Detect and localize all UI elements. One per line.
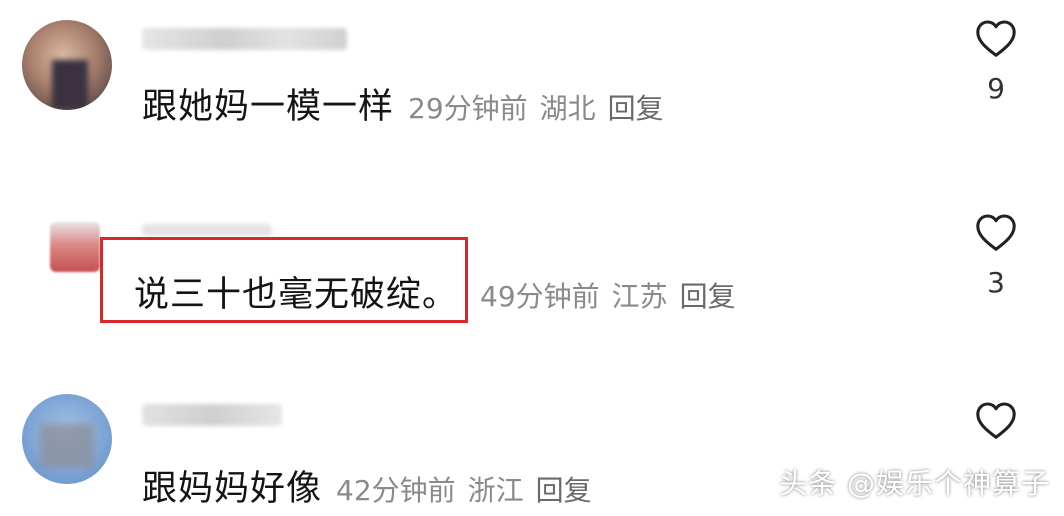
comment-meta: 29分钟前 湖北 回复 <box>408 87 676 127</box>
reply-button[interactable]: 回复 <box>680 280 736 313</box>
comment-location: 浙江 <box>467 474 524 507</box>
comment-body: 说三十也毫无破绽。 49分钟前 江苏 回复 <box>134 266 748 317</box>
like-button[interactable]: 3 <box>966 212 1026 299</box>
heart-outline-icon[interactable] <box>974 212 1018 252</box>
username-redacted[interactable] <box>142 404 282 426</box>
avatar[interactable] <box>22 20 112 110</box>
like-button[interactable] <box>966 400 1026 440</box>
comment-meta: 49分钟前 江苏 回复 <box>480 275 748 315</box>
username-redacted[interactable] <box>142 28 347 50</box>
reply-button[interactable]: 回复 <box>608 92 664 125</box>
watermark: 头条 @娱乐个神算子 <box>779 467 1050 500</box>
comment-meta: 42分钟前 浙江 回复 <box>336 469 604 509</box>
comment-text: 跟她妈一模一样 <box>142 87 395 127</box>
avatar[interactable] <box>22 394 112 484</box>
comment-location: 江苏 <box>611 280 668 313</box>
avatar[interactable] <box>50 222 100 272</box>
like-count: 3 <box>987 266 1005 299</box>
username-redacted[interactable] <box>142 224 272 236</box>
comment-text: 跟妈妈好像 <box>142 469 323 509</box>
comment-location: 湖北 <box>539 92 596 125</box>
like-button[interactable]: 9 <box>966 18 1026 105</box>
comment-item: 跟她妈一模一样 29分钟前 湖北 回复 9 <box>0 0 1064 160</box>
heart-outline-icon[interactable] <box>974 400 1018 440</box>
comment-time: 42分钟前 <box>336 474 456 507</box>
comment-body: 跟妈妈好像 42分钟前 浙江 回复 <box>142 460 604 511</box>
comment-time: 29分钟前 <box>408 92 528 125</box>
like-count: 9 <box>987 72 1005 105</box>
reply-button[interactable]: 回复 <box>536 474 592 507</box>
heart-outline-icon[interactable] <box>974 18 1018 58</box>
comment-text: 说三十也毫无破绽。 <box>134 275 459 315</box>
comment-body: 跟她妈一模一样 29分钟前 湖北 回复 <box>142 78 676 129</box>
comment-time: 49分钟前 <box>480 280 600 313</box>
